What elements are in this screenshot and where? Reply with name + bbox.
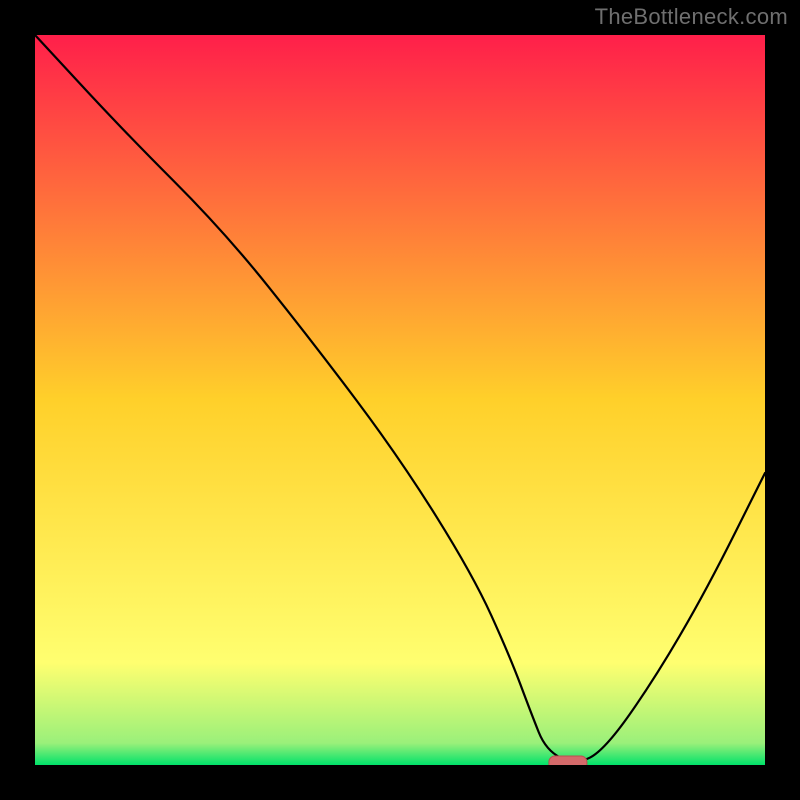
plot-area (35, 35, 765, 765)
optimal-marker (549, 756, 587, 765)
chart-svg (35, 35, 765, 765)
gradient-background (35, 35, 765, 765)
chart-container: TheBottleneck.com (0, 0, 800, 800)
watermark-text: TheBottleneck.com (595, 4, 788, 30)
